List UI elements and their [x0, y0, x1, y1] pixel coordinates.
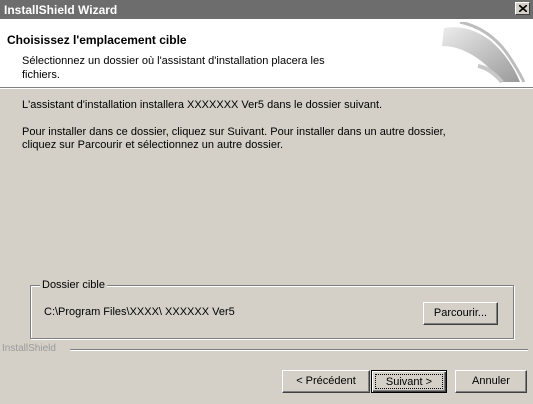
header-subtitle: Sélectionnez un dossier où l'assistant d…	[22, 55, 325, 81]
back-button[interactable]: < Précédent	[282, 370, 370, 393]
header-divider-highlight	[0, 88, 533, 89]
intro-text: L'assistant d'installation installera XX…	[22, 99, 383, 111]
close-button[interactable]	[515, 2, 530, 15]
cancel-button[interactable]: Annuler	[455, 370, 527, 393]
instruction-text-line2: cliquez sur Parcourir et sélectionnez un…	[22, 139, 284, 151]
footer-divider-highlight	[70, 350, 528, 351]
close-icon	[519, 5, 527, 12]
window-title: InstallShield Wizard	[4, 3, 118, 17]
installshield-brand: InstallShield	[2, 343, 56, 354]
browse-button[interactable]: Parcourir...	[423, 302, 498, 325]
next-button-label: Suivant >	[375, 374, 443, 389]
destination-path: C:\Program Files\XXXX\ XXXXXX Ver5	[44, 306, 235, 318]
installshield-graphic-icon	[442, 22, 526, 84]
header-panel: Choisissez l'emplacement cible Sélection…	[0, 19, 533, 87]
header-title: Choisissez l'emplacement cible	[7, 33, 187, 47]
instruction-text-line1: Pour installer dans ce dossier, cliquez …	[22, 126, 446, 138]
next-button[interactable]: Suivant >	[371, 370, 447, 393]
title-bar: InstallShield Wizard	[0, 0, 533, 19]
destination-group-label: Dossier cible	[40, 279, 107, 291]
